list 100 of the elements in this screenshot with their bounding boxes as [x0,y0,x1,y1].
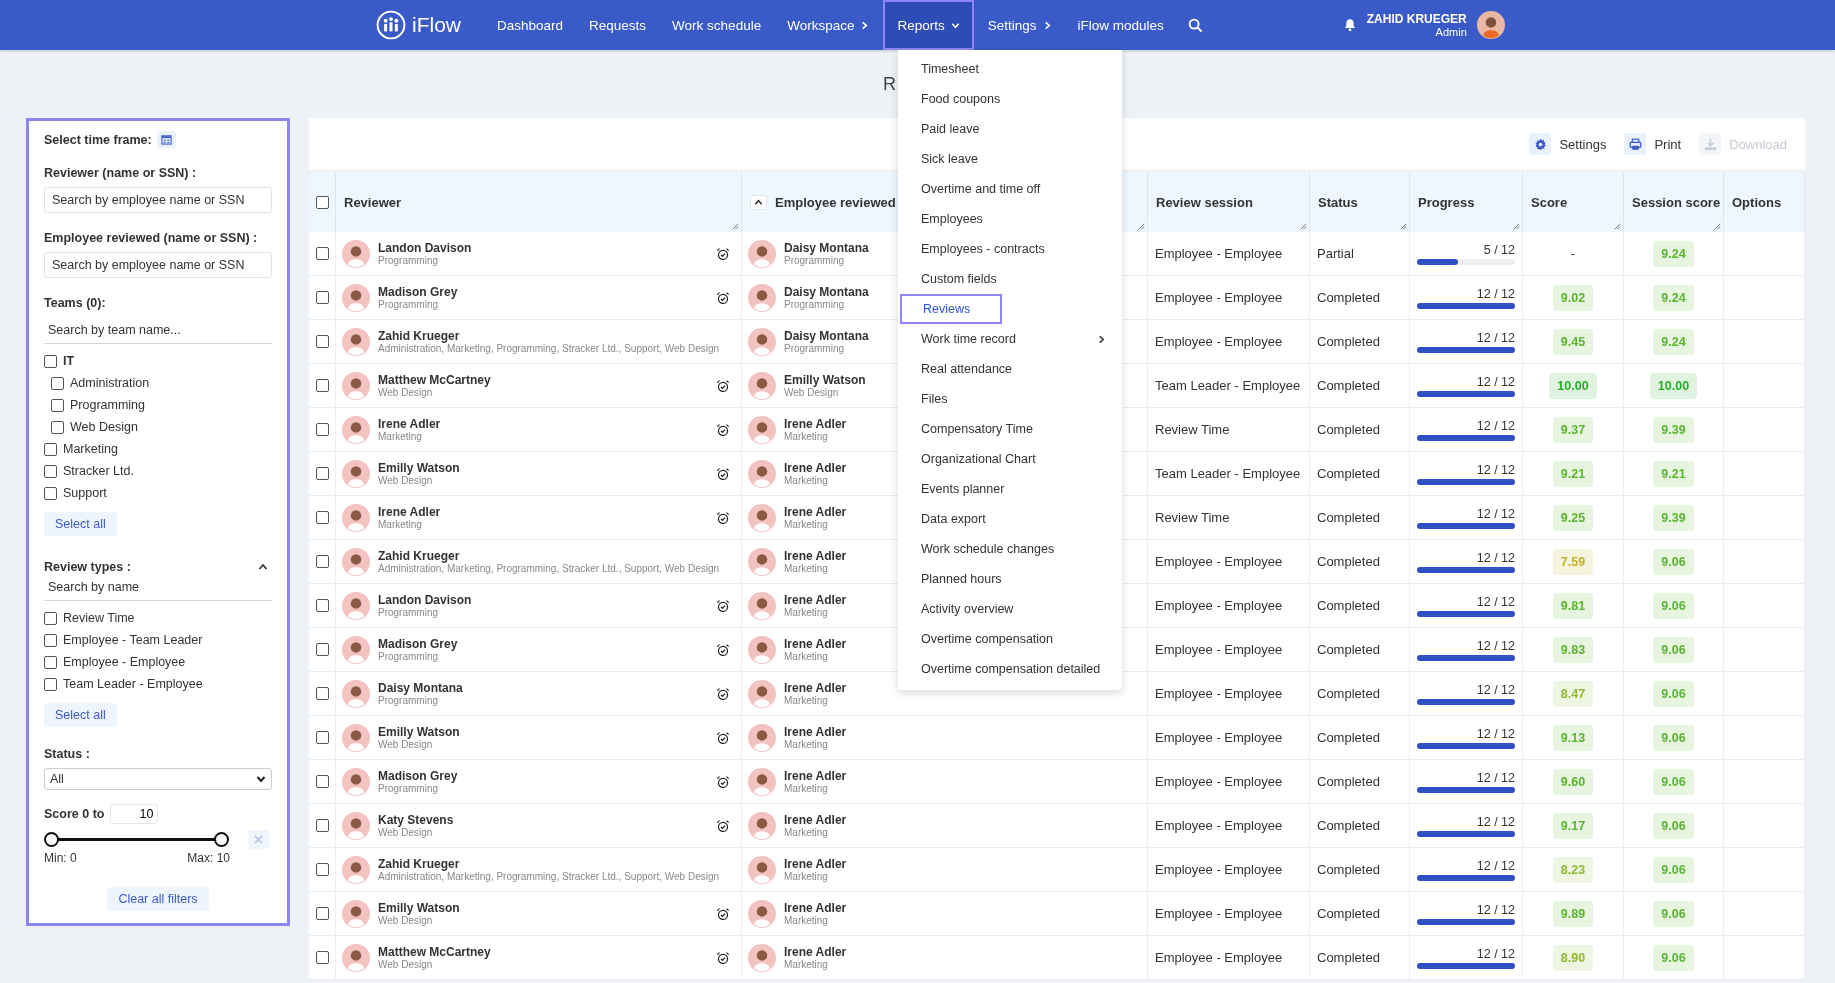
checkbox[interactable] [44,442,57,456]
score-max-field[interactable]: 10 [110,804,159,824]
status-select[interactable]: All [44,768,272,790]
column-header[interactable]: Employee reviewed [775,194,896,210]
menu-item[interactable]: Overtime compensation detailed [900,654,1120,684]
column-header[interactable]: Review session [1156,194,1253,210]
menu-item[interactable]: Data export [900,504,1120,534]
alarm-clock-icon[interactable] [716,466,730,481]
menu-item[interactable]: Timesheet [900,54,1120,84]
alarm-clock-icon[interactable] [716,906,730,921]
column-header[interactable]: Reviewer [344,194,402,210]
bell-icon[interactable] [1342,18,1357,32]
menu-item[interactable]: Food coupons [900,84,1120,114]
menu-item[interactable]: Employees [900,204,1120,234]
clear-filters-button[interactable]: Clear all filters [107,887,209,911]
nav-item[interactable]: Workspace [775,0,882,50]
checkbox[interactable] [44,611,57,625]
alarm-clock-icon[interactable] [716,950,730,965]
checkbox[interactable] [315,467,329,480]
employee-search-field[interactable]: Search by employee name or SSN [44,252,272,278]
alarm-clock-icon[interactable] [716,378,730,393]
checkbox[interactable] [44,354,57,368]
nav-item[interactable]: iFlow modules [1065,0,1176,50]
menu-item[interactable]: Activity overview [900,594,1120,624]
menu-item[interactable]: Planned hours [900,564,1120,594]
alarm-clock-icon[interactable] [716,246,730,261]
resize-handle-icon[interactable] [1714,223,1721,230]
column-header[interactable]: Score [1531,194,1568,210]
checkbox[interactable] [51,398,64,412]
column-header[interactable]: Status [1318,194,1358,210]
alarm-clock-icon[interactable] [716,818,730,833]
menu-item[interactable]: Real attendance [900,354,1120,384]
score-range-slider[interactable] [44,831,230,848]
sort-button[interactable] [750,194,767,210]
chevron-up-icon[interactable] [258,562,268,572]
alarm-clock-icon[interactable] [716,290,730,305]
resize-handle-icon[interactable] [1400,223,1407,230]
alarm-clock-icon[interactable] [716,422,730,437]
checkbox[interactable] [315,511,329,524]
alarm-clock-icon[interactable] [716,730,730,745]
menu-item[interactable]: Work schedule changes [900,534,1120,564]
select-all-button[interactable]: Select all [44,703,117,727]
checkbox[interactable] [315,379,329,392]
toolbar-button[interactable]: Settings [1529,133,1607,155]
nav-item[interactable]: Reports [883,0,974,50]
checkbox[interactable] [315,907,329,920]
select-all-button[interactable]: Select all [44,512,117,536]
nav-item[interactable]: Requests [577,0,659,50]
menu-item[interactable]: Reviews [900,294,1002,324]
checkbox[interactable] [315,863,329,876]
checkbox[interactable] [315,731,329,744]
menu-item[interactable]: Compensatory Time [900,414,1120,444]
alarm-clock-icon[interactable] [716,642,730,657]
slider-thumb[interactable] [214,832,229,847]
resize-handle-icon[interactable] [1138,223,1145,230]
checkbox[interactable] [51,376,64,390]
checkbox[interactable] [44,677,57,691]
checkbox[interactable] [315,195,329,209]
alarm-clock-icon[interactable] [716,598,730,613]
checkbox[interactable] [315,335,329,348]
checkbox[interactable] [315,247,329,260]
checkbox[interactable] [315,291,329,304]
nav-item[interactable]: Settings [975,0,1064,50]
resize-handle-icon[interactable] [732,223,739,230]
checkbox[interactable] [315,819,329,832]
alarm-clock-icon[interactable] [716,510,730,525]
checkbox[interactable] [315,687,329,700]
menu-item[interactable]: Paid leave [900,114,1120,144]
toolbar-button[interactable]: Print [1624,133,1682,155]
checkbox[interactable] [44,486,57,500]
checkbox[interactable] [315,951,329,964]
menu-item[interactable]: Overtime compensation [900,624,1120,654]
checkbox[interactable] [315,775,329,788]
checkbox[interactable] [315,555,329,568]
alarm-clock-icon[interactable] [716,686,730,701]
checkbox[interactable] [315,643,329,656]
resize-handle-icon[interactable] [1513,223,1520,230]
menu-item[interactable]: Overtime and time off [900,174,1120,204]
resize-handle-icon[interactable] [1614,223,1621,230]
resize-handle-icon[interactable] [1300,223,1307,230]
checkbox[interactable] [315,423,329,436]
menu-item[interactable]: Work time record [900,324,1120,354]
brand-name[interactable]: iFlow [412,13,461,37]
search-icon[interactable] [1187,17,1203,33]
checkbox[interactable] [44,655,57,669]
calendar-button[interactable] [156,131,176,148]
menu-item[interactable]: Events planner [900,474,1120,504]
slider-thumb[interactable] [44,832,59,847]
checkbox[interactable] [315,599,329,612]
menu-item[interactable]: Organizational Chart [900,444,1120,474]
menu-item[interactable]: Employees - contracts [900,234,1120,264]
column-header[interactable]: Progress [1418,194,1475,210]
menu-item[interactable]: Sick leave [900,144,1120,174]
checkbox[interactable] [44,633,57,647]
reviewer-search-field[interactable]: Search by employee name or SSN [44,187,272,213]
column-header[interactable]: Session score [1632,194,1721,210]
nav-item[interactable]: Work schedule [660,0,774,50]
column-header[interactable]: Options [1732,194,1782,210]
nav-item[interactable]: Dashboard [485,0,576,50]
checkbox[interactable] [44,464,57,478]
